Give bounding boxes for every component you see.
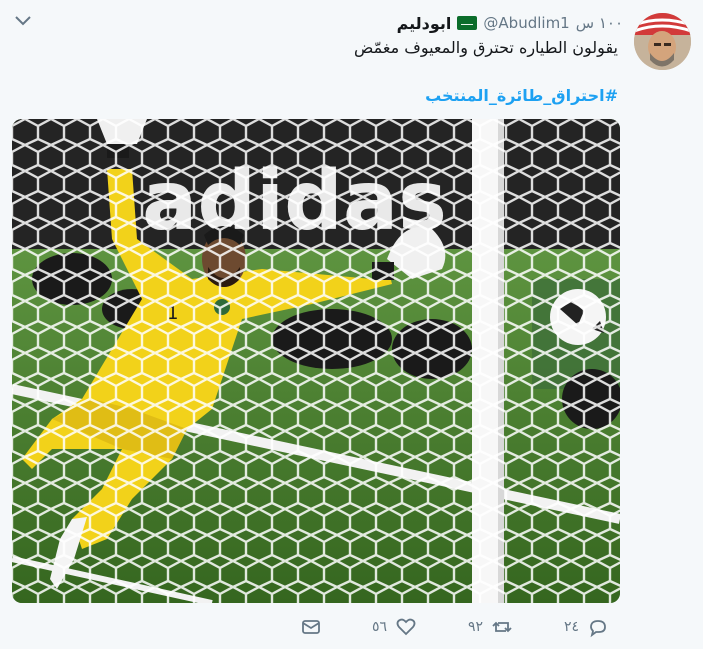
- author-handle[interactable]: @Abudlim1: [483, 14, 569, 32]
- reply-count: ٢٤: [564, 619, 580, 635]
- tweet-text: يقولون الطياره تحترق والمعيوف مغمّض: [354, 38, 618, 57]
- tweet-image[interactable]: adidas: [12, 119, 620, 603]
- hashtag-link[interactable]: #احتراق_طائرة_المنتخب: [425, 86, 618, 105]
- dm-button[interactable]: [300, 614, 322, 640]
- saudi-flag-icon: [457, 16, 478, 30]
- retweet-icon: [492, 621, 512, 633]
- tweet-card: ابودليم @Abudlim1 ١٠٠ س يقولون الطياره ت…: [0, 0, 703, 649]
- reply-icon: [590, 620, 606, 638]
- envelope-icon: [302, 620, 320, 634]
- retweet-button[interactable]: ٩٢: [468, 614, 513, 640]
- retweet-count: ٩٢: [468, 619, 484, 635]
- goalkeeper-photo: adidas: [12, 119, 620, 603]
- author-name[interactable]: ابودليم: [397, 14, 452, 33]
- avatar[interactable]: [634, 13, 691, 70]
- timestamp[interactable]: ١٠٠ س: [576, 14, 623, 32]
- like-button[interactable]: ٥٦: [372, 614, 417, 640]
- heart-icon: [396, 618, 416, 636]
- tweet-actions: ٥٦ ٩٢ ٢٤: [300, 614, 630, 640]
- like-count: ٥٦: [372, 619, 388, 635]
- chevron-down-icon[interactable]: [14, 12, 32, 30]
- reply-button[interactable]: ٢٤: [564, 614, 609, 640]
- tweet-header: ابودليم @Abudlim1 ١٠٠ س: [397, 12, 623, 34]
